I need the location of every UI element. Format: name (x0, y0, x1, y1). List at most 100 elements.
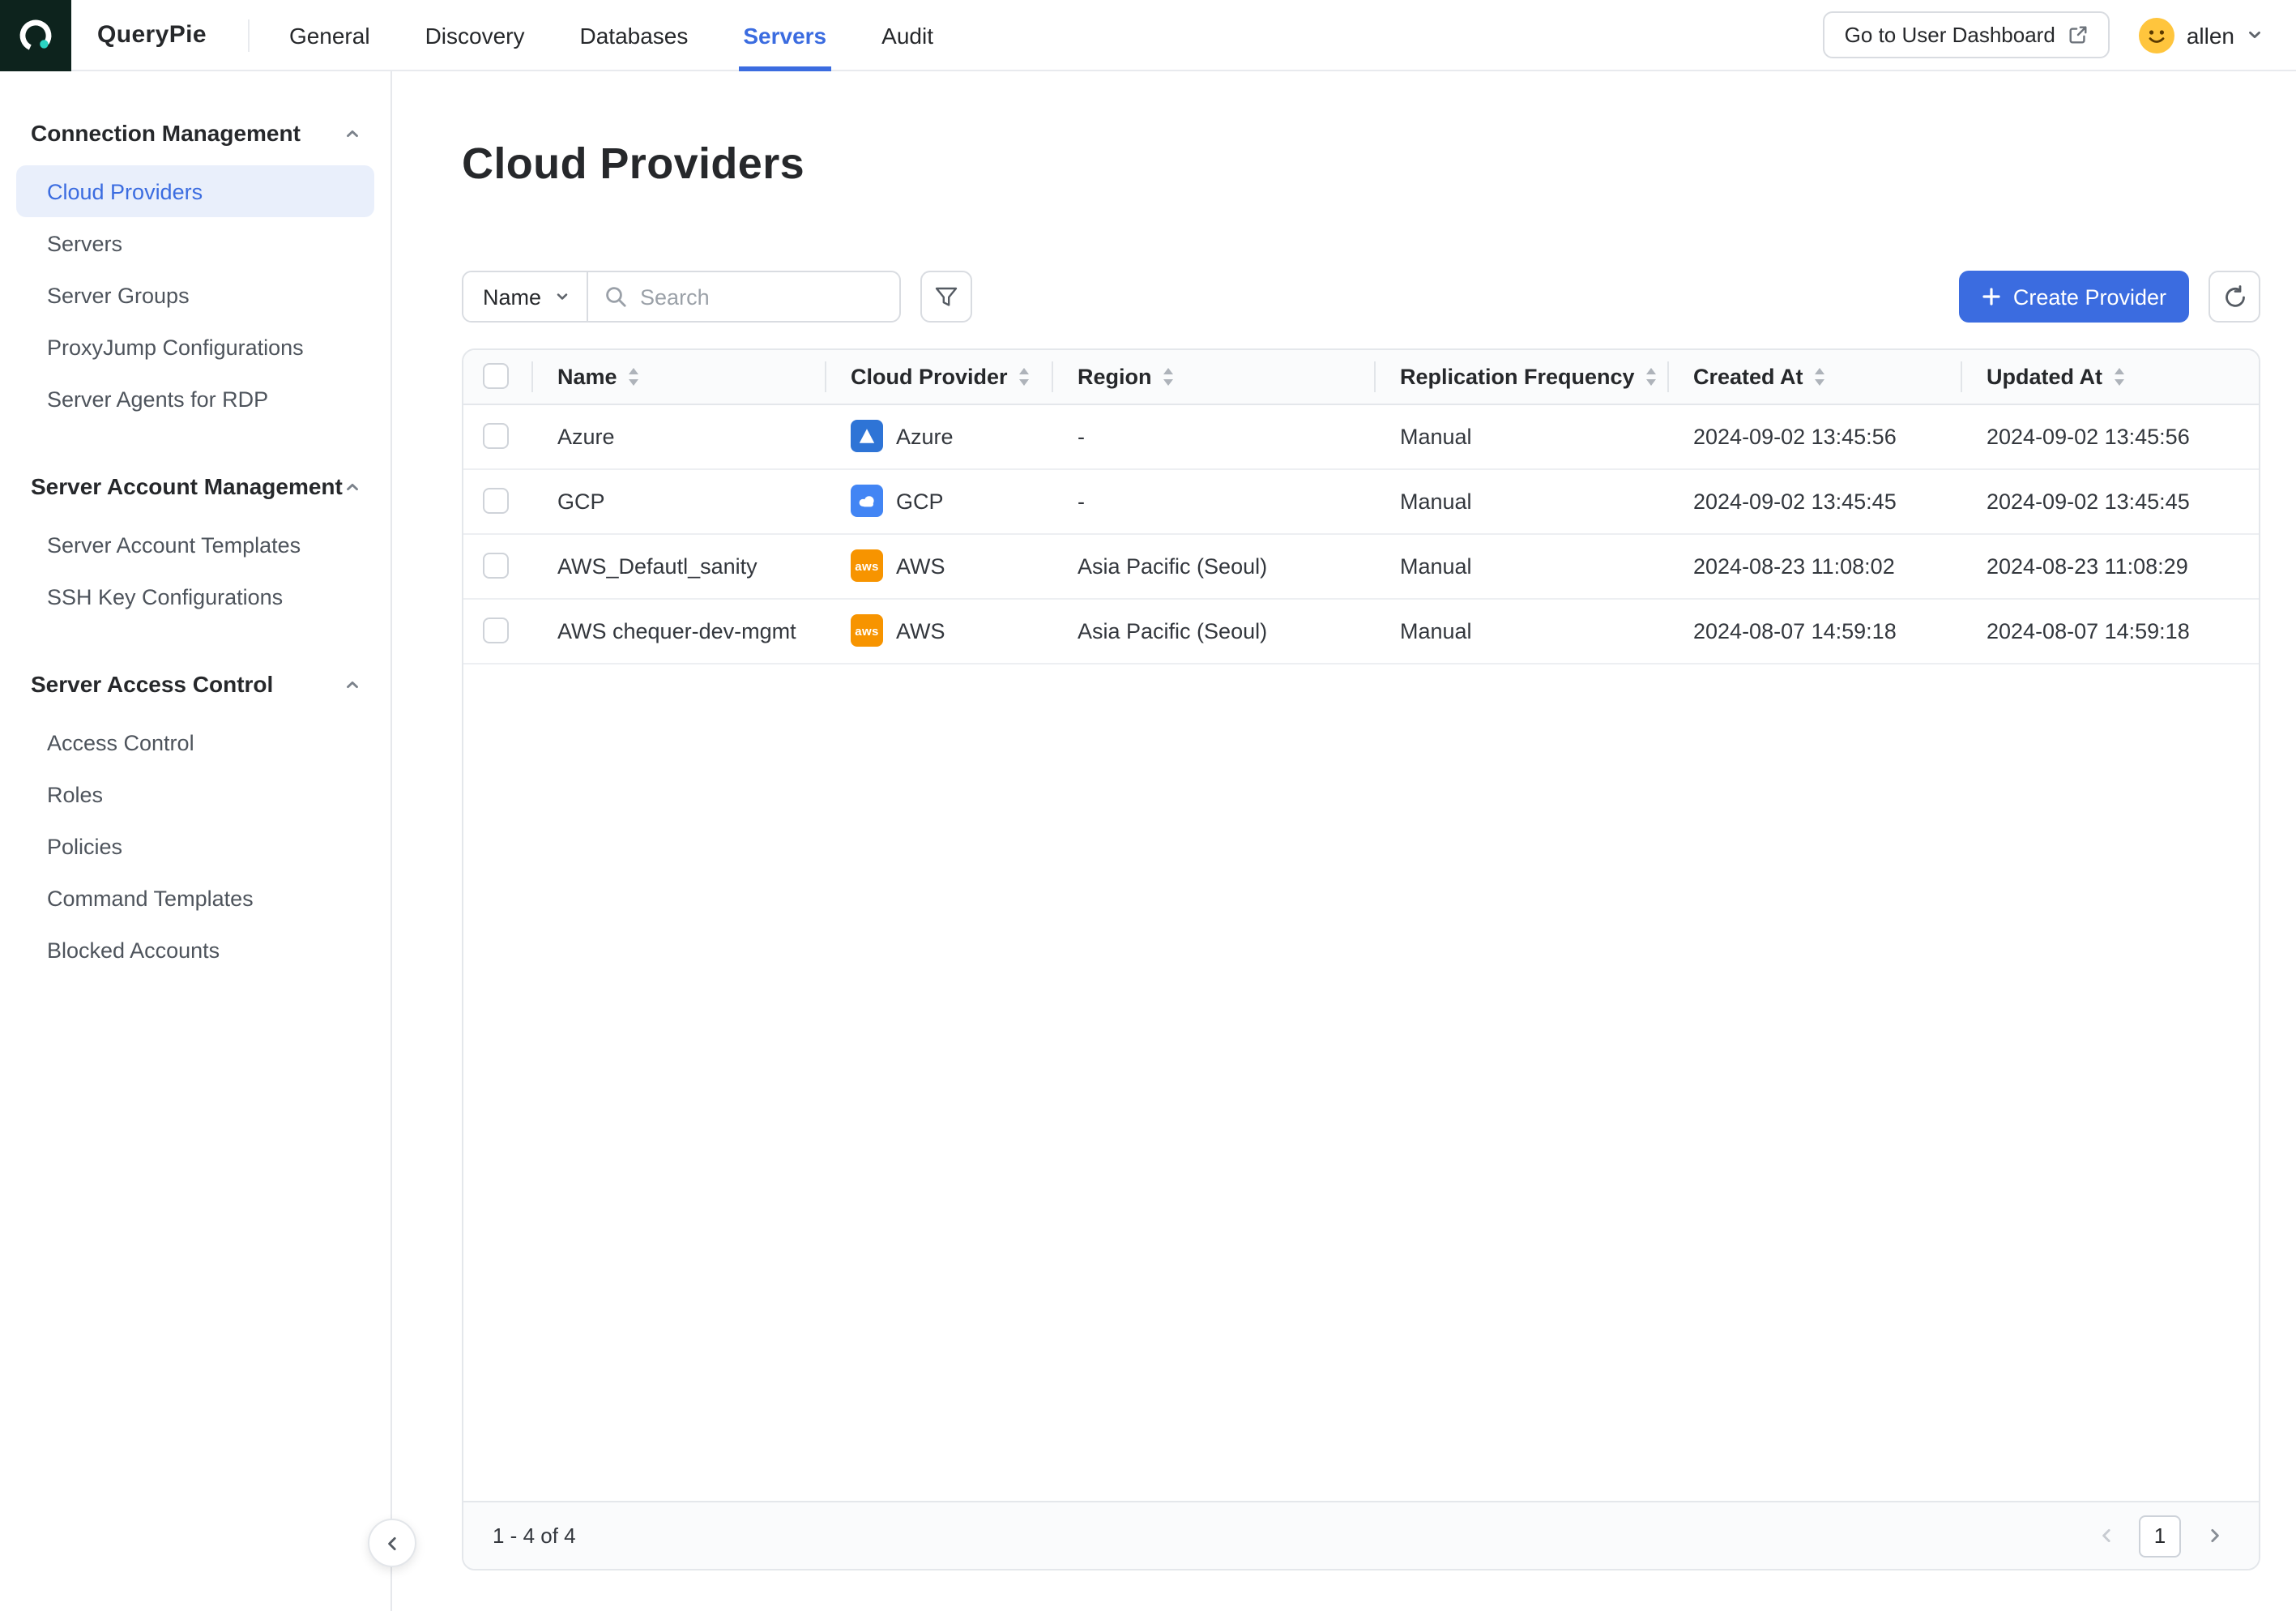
section-title: Server Account Management (31, 473, 343, 499)
cloud-provider-cell: Azure (825, 404, 1052, 468)
collapse-sidebar-button[interactable] (368, 1519, 416, 1567)
sidebar-item-roles[interactable]: Roles (16, 768, 374, 820)
select-all-checkbox[interactable] (483, 364, 509, 390)
prev-page-button[interactable] (2090, 1515, 2123, 1557)
cloud-provider-cell: aws AWS (825, 598, 1052, 663)
replication-frequency-cell: Manual (1374, 468, 1667, 533)
page-number-button[interactable]: 1 (2139, 1515, 2181, 1557)
column-header-name[interactable]: Name (531, 350, 825, 404)
region-cell: - (1052, 404, 1374, 468)
smiley-face-icon (2140, 17, 2175, 53)
section-title: Server Access Control (31, 671, 273, 697)
page-body: Connection Management Cloud Providers Se… (0, 71, 2296, 1611)
search-field-select[interactable]: Name (463, 272, 588, 321)
chevron-up-icon (344, 675, 361, 693)
nav-databases[interactable]: Databases (580, 0, 689, 70)
sort-icon (629, 368, 638, 385)
table-row[interactable]: AWS chequer-dev-mgmt aws AWS Asia Pacifi… (463, 598, 2259, 663)
refresh-button[interactable] (2209, 271, 2260, 323)
table-empty-space (463, 664, 2259, 1501)
filter-icon (935, 286, 958, 307)
create-provider-button[interactable]: Create Provider (1960, 271, 2189, 323)
updated-at-cell: 2024-08-23 11:08:29 (1961, 533, 2259, 598)
sort-icon (2114, 368, 2123, 385)
search-icon (604, 285, 627, 308)
row-checkbox[interactable] (483, 423, 509, 449)
aws-icon: aws (851, 549, 883, 582)
table-row[interactable]: Azure Azure - Manual (463, 404, 2259, 468)
create-provider-label: Create Provider (2013, 284, 2166, 309)
username: allen (2187, 22, 2234, 48)
sidebar-item-command-templates[interactable]: Command Templates (16, 872, 374, 924)
avatar (2140, 17, 2175, 53)
column-header-replication-frequency[interactable]: Replication Frequency (1374, 350, 1667, 404)
sidebar-item-access-control[interactable]: Access Control (16, 716, 374, 768)
provider-label: AWS (896, 553, 945, 578)
nav-discovery[interactable]: Discovery (425, 0, 525, 70)
table-row[interactable]: GCP GCP - Manual (463, 468, 2259, 533)
created-at-cell: 2024-08-23 11:08:02 (1667, 533, 1961, 598)
user-menu[interactable]: allen (2140, 17, 2264, 53)
updated-at-cell: 2024-09-02 13:45:45 (1961, 468, 2259, 533)
sidebar-item-policies[interactable]: Policies (16, 820, 374, 872)
sidebar: Connection Management Cloud Providers Se… (0, 71, 392, 1611)
name-cell: AWS_Defautl_sanity (531, 533, 825, 598)
section-header-connection-management[interactable]: Connection Management (0, 110, 390, 156)
provider-label: Azure (896, 424, 954, 448)
created-at-cell: 2024-08-07 14:59:18 (1667, 598, 1961, 663)
cloud-provider-cell: GCP (825, 468, 1052, 533)
created-at-cell: 2024-09-02 13:45:56 (1667, 404, 1961, 468)
sidebar-section-server-access-control: Server Access Control Access Control Rol… (0, 661, 390, 976)
row-checkbox-cell (463, 533, 531, 598)
nav-audit[interactable]: Audit (881, 0, 933, 70)
column-header-created-at[interactable]: Created At (1667, 350, 1961, 404)
sidebar-item-cloud-providers[interactable]: Cloud Providers (16, 165, 374, 217)
sidebar-item-ssh-key-configurations[interactable]: SSH Key Configurations (16, 570, 374, 622)
search-field-label: Name (483, 284, 541, 309)
region-cell: Asia Pacific (Seoul) (1052, 533, 1374, 598)
azure-icon (851, 420, 883, 452)
go-to-user-dashboard-button[interactable]: Go to User Dashboard (1824, 11, 2110, 58)
dashboard-button-label: Go to User Dashboard (1845, 23, 2055, 47)
sidebar-item-servers[interactable]: Servers (16, 217, 374, 269)
querypie-admin-app: QueryPie General Discovery Databases Ser… (0, 0, 2296, 1611)
sidebar-item-blocked-accounts[interactable]: Blocked Accounts (16, 924, 374, 976)
nav-general[interactable]: General (289, 0, 370, 70)
nav-servers[interactable]: Servers (743, 0, 826, 70)
plus-icon (1982, 287, 2002, 306)
providers-table-card: Name Cloud Provider Region Replication F… (462, 348, 2260, 1570)
row-checkbox-cell (463, 598, 531, 663)
region-cell: Asia Pacific (Seoul) (1052, 598, 1374, 663)
section-header-server-account-management[interactable]: Server Account Management (0, 464, 390, 509)
section-header-server-access-control[interactable]: Server Access Control (0, 661, 390, 707)
column-label: Created At (1693, 365, 1803, 389)
replication-frequency-cell: Manual (1374, 598, 1667, 663)
sidebar-item-proxyjump-configurations[interactable]: ProxyJump Configurations (16, 321, 374, 373)
sidebar-item-server-groups[interactable]: Server Groups (16, 269, 374, 321)
table-row[interactable]: AWS_Defautl_sanity aws AWS Asia Pacific … (463, 533, 2259, 598)
sort-icon (1646, 368, 1656, 385)
row-checkbox[interactable] (483, 553, 509, 579)
sidebar-item-server-agents-for-rdp[interactable]: Server Agents for RDP (16, 373, 374, 425)
sidebar-item-server-account-templates[interactable]: Server Account Templates (16, 519, 374, 570)
column-header-region[interactable]: Region (1052, 350, 1374, 404)
replication-frequency-cell: Manual (1374, 533, 1667, 598)
toolbar-right: Create Provider (1960, 271, 2260, 323)
name-cell: GCP (531, 468, 825, 533)
section-title: Connection Management (31, 120, 301, 146)
chevron-down-icon (554, 288, 570, 305)
provider-label: AWS (896, 618, 945, 643)
search-box (588, 272, 899, 321)
column-header-cloud-provider[interactable]: Cloud Provider (825, 350, 1052, 404)
row-checkbox[interactable] (483, 617, 509, 643)
next-page-button[interactable] (2197, 1515, 2230, 1557)
querypie-logo[interactable] (0, 0, 71, 71)
filter-button[interactable] (920, 271, 972, 323)
main-nav: General Discovery Databases Servers Audi… (289, 0, 933, 70)
updated-at-cell: 2024-09-02 13:45:56 (1961, 404, 2259, 468)
search-input[interactable] (627, 284, 899, 309)
top-nav-bar: QueryPie General Discovery Databases Ser… (0, 0, 2296, 71)
column-label: Region (1078, 365, 1152, 389)
row-checkbox[interactable] (483, 488, 509, 514)
column-header-updated-at[interactable]: Updated At (1961, 350, 2259, 404)
